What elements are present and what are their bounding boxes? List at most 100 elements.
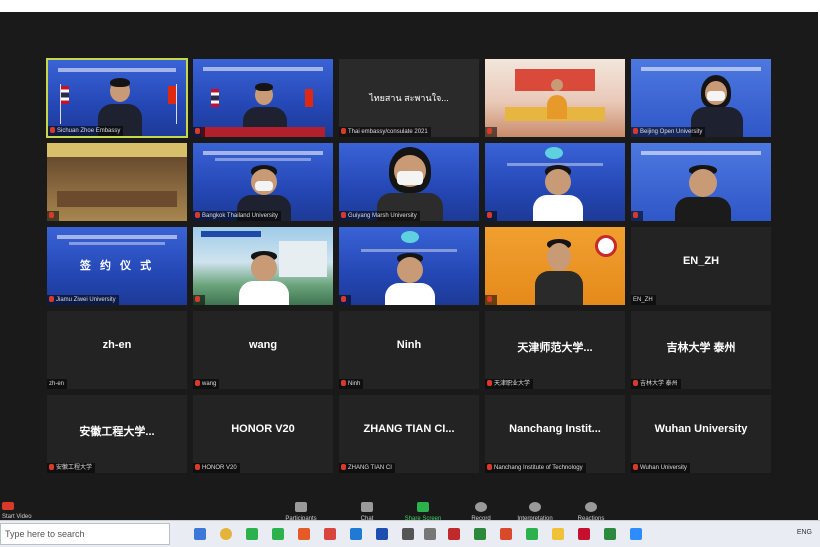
participant-name: Nanchang Institute of Technology	[485, 463, 586, 473]
participant-tile[interactable]	[484, 58, 626, 138]
participant-name: EN_ZH	[631, 295, 656, 305]
chrome-icon[interactable]	[220, 528, 232, 540]
participant-tile[interactable]	[46, 142, 188, 222]
participant-tile[interactable]: Guiyang Marsh University	[338, 142, 480, 222]
chat-button[interactable]: Chat	[338, 502, 396, 522]
event-banner	[57, 235, 177, 239]
word-icon[interactable]	[376, 528, 388, 540]
video-off-icon	[2, 502, 14, 510]
app-icon[interactable]	[448, 528, 460, 540]
participant-tile[interactable]: Bangkok Thailand University	[192, 142, 334, 222]
participant-tile[interactable]	[630, 142, 772, 222]
task-view-icon[interactable]	[194, 528, 206, 540]
xbox-icon[interactable]	[474, 528, 486, 540]
app-icon[interactable]	[324, 528, 336, 540]
line-icon[interactable]	[272, 528, 284, 540]
participant-name: ZHANG TIAN CI	[339, 463, 395, 473]
participant-tile[interactable]: Sichuan Zhoe Embassy	[46, 58, 188, 138]
event-banner	[203, 151, 323, 155]
muted-mic-icon	[487, 212, 492, 218]
participant-tile[interactable]: Beijing Open University	[630, 58, 772, 138]
participant-name: Guiyang Marsh University	[339, 211, 420, 221]
participant-tile[interactable]: ZHANG TIAN CI... ZHANG TIAN CI	[338, 394, 480, 474]
participant-tile[interactable]	[484, 142, 626, 222]
participant-display-name: wang	[248, 339, 278, 351]
app-icon[interactable]	[500, 528, 512, 540]
participant-name: zh-en	[47, 379, 68, 389]
participant-tile[interactable]: wang wang	[192, 310, 334, 390]
wechat-icon[interactable]	[246, 528, 258, 540]
interpretation-button[interactable]: Interpretation	[506, 502, 564, 522]
share-screen-button[interactable]: Share Screen	[394, 502, 452, 522]
participant-display-name: Wuhan University	[654, 423, 748, 435]
event-subbanner	[69, 242, 165, 245]
windows-taskbar: Type here to search ENG	[0, 520, 820, 547]
participant-tile[interactable]: ไทยสาน สะพานใจ... Thai embassy/consulate…	[338, 58, 480, 138]
participant-name-text: Sichuan Zhoe Embassy	[57, 128, 121, 134]
app-icon[interactable]	[402, 528, 414, 540]
reactions-button[interactable]: Reactions	[562, 502, 620, 522]
participant-tile[interactable]: Ninh Ninh	[338, 310, 480, 390]
app-icon[interactable]	[298, 528, 310, 540]
participant-tile[interactable]	[484, 226, 626, 306]
signing-ceremony-text: 签 约 仪 式	[79, 260, 155, 272]
participant-tile[interactable]: 天津师范大学... 天津职业大学	[484, 310, 626, 390]
participant-tile[interactable]: HONOR V20 HONOR V20	[192, 394, 334, 474]
start-video-button[interactable]: Start Video	[2, 502, 42, 520]
participant-tile[interactable]: 安徽工程大学... 安徽工程大学	[46, 394, 188, 474]
participant-video	[675, 165, 731, 221]
record-icon	[475, 502, 487, 512]
participant-name: wang	[193, 379, 220, 389]
participant-name	[47, 211, 59, 221]
participant-tile[interactable]	[338, 226, 480, 306]
muted-mic-icon	[341, 380, 346, 386]
event-banner	[58, 68, 176, 72]
participant-tile[interactable]: Nanchang Instit... Nanchang Institute of…	[484, 394, 626, 474]
participant-name: 吉林大学 泰州	[631, 379, 681, 389]
app-icon[interactable]	[578, 528, 590, 540]
muted-mic-icon	[195, 380, 200, 386]
participant-tile[interactable]: Wuhan University Wuhan University	[630, 394, 772, 474]
record-button[interactable]: Record	[452, 502, 510, 522]
system-tray[interactable]: ENG	[797, 529, 812, 536]
participant-name: Wuhan University	[631, 463, 690, 473]
muted-mic-icon	[341, 464, 346, 470]
muted-mic-icon	[487, 296, 492, 302]
participant-name-text: wang	[202, 381, 217, 387]
participant-name-text: Guiyang Marsh University	[348, 213, 417, 219]
participant-tile[interactable]: 吉林大学 泰州 吉林大学 泰州	[630, 310, 772, 390]
participant-display-name: ZHANG TIAN CI...	[363, 423, 455, 435]
participant-display-name: zh-en	[102, 339, 132, 351]
muted-mic-icon	[487, 128, 492, 134]
participant-tile[interactable]	[192, 58, 334, 138]
participant-name-text: 吉林大学 泰州	[640, 381, 678, 387]
muted-mic-icon	[195, 464, 200, 470]
meeting-table	[57, 191, 177, 207]
participant-tile[interactable]: 签 约 仪 式 Jiamu Ziwei University	[46, 226, 188, 306]
edge-icon[interactable]	[350, 528, 362, 540]
thai-flag	[211, 89, 219, 107]
participant-tile[interactable]: zh-en zh-en	[46, 310, 188, 390]
file-explorer-icon[interactable]	[552, 528, 564, 540]
podium	[201, 127, 325, 137]
participant-name	[193, 127, 205, 137]
participant-display-name: EN_ZH	[682, 255, 720, 267]
participant-video	[377, 147, 443, 221]
event-logo	[401, 231, 419, 243]
zoom-icon[interactable]	[630, 528, 642, 540]
app-icon[interactable]	[526, 528, 538, 540]
participant-name-text: EN_ZH	[633, 297, 653, 303]
muted-mic-icon	[633, 128, 638, 134]
globe-icon	[529, 502, 541, 512]
event-banner	[641, 67, 761, 71]
participant-tile[interactable]	[192, 226, 334, 306]
participant-name: 天津职业大学	[485, 379, 534, 389]
muted-mic-icon	[49, 464, 54, 470]
participants-button[interactable]: Participants	[272, 502, 330, 522]
participant-display-name: Ninh	[396, 339, 422, 351]
participant-name: Sichuan Zhoe Embassy	[48, 126, 124, 136]
participant-tile[interactable]: EN_ZH EN_ZH	[630, 226, 772, 306]
app-icon[interactable]	[424, 528, 436, 540]
excel-icon[interactable]	[604, 528, 616, 540]
taskbar-search-box[interactable]: Type here to search	[0, 523, 170, 545]
